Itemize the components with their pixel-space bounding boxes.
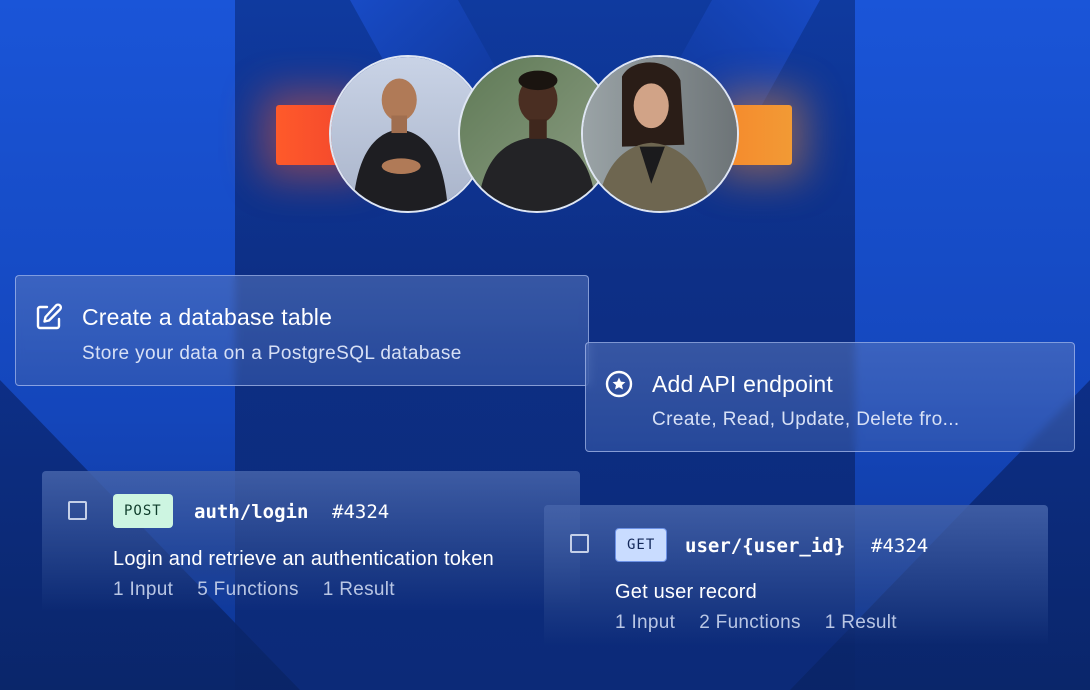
card-subtitle: Store your data on a PostgreSQL database bbox=[82, 343, 462, 364]
card-title: Create a database table bbox=[82, 304, 333, 330]
result-count: 1 Result bbox=[824, 612, 897, 633]
endpoint-route: auth/login bbox=[194, 501, 309, 523]
add-api-endpoint-card[interactable]: Add API endpoint Create, Read, Update, D… bbox=[585, 342, 1075, 452]
function-count: 5 Functions bbox=[197, 579, 299, 600]
endpoint-stats: 1 Input 5 Functions 1 Result bbox=[113, 579, 395, 601]
endpoint-description: Login and retrieve an authentication tok… bbox=[113, 548, 494, 570]
endpoint-id: #4324 bbox=[332, 501, 390, 523]
endpoint-description: Get user record bbox=[615, 581, 757, 603]
input-count: 1 Input bbox=[615, 612, 676, 633]
function-count: 2 Functions bbox=[699, 612, 801, 633]
input-count: 1 Input bbox=[113, 579, 174, 600]
card-title: Add API endpoint bbox=[652, 371, 833, 397]
edit-icon bbox=[34, 302, 64, 332]
endpoint-id: #4324 bbox=[871, 535, 929, 557]
card-subtitle: Create, Read, Update, Delete fro... bbox=[652, 409, 960, 430]
endpoint-checkbox[interactable] bbox=[68, 501, 87, 520]
endpoint-checkbox[interactable] bbox=[570, 534, 589, 553]
endpoint-item-auth-login[interactable]: POST auth/login #4324 Login and retrieve… bbox=[42, 471, 580, 611]
method-badge-get: GET bbox=[615, 528, 668, 562]
glow-bar-right bbox=[730, 105, 792, 165]
endpoint-stats: 1 Input 2 Functions 1 Result bbox=[615, 612, 897, 634]
create-database-table-card[interactable]: Create a database table Store your data … bbox=[15, 275, 589, 386]
star-circle-icon bbox=[604, 369, 634, 399]
endpoint-route: user/{user_id} bbox=[685, 535, 846, 557]
hero-scene: Create a database table Store your data … bbox=[0, 0, 1090, 690]
method-badge-post: POST bbox=[113, 494, 173, 528]
result-count: 1 Result bbox=[322, 579, 395, 600]
endpoint-item-user[interactable]: GET user/{user_id} #4324 Get user record… bbox=[544, 505, 1048, 645]
avatar bbox=[581, 55, 739, 213]
